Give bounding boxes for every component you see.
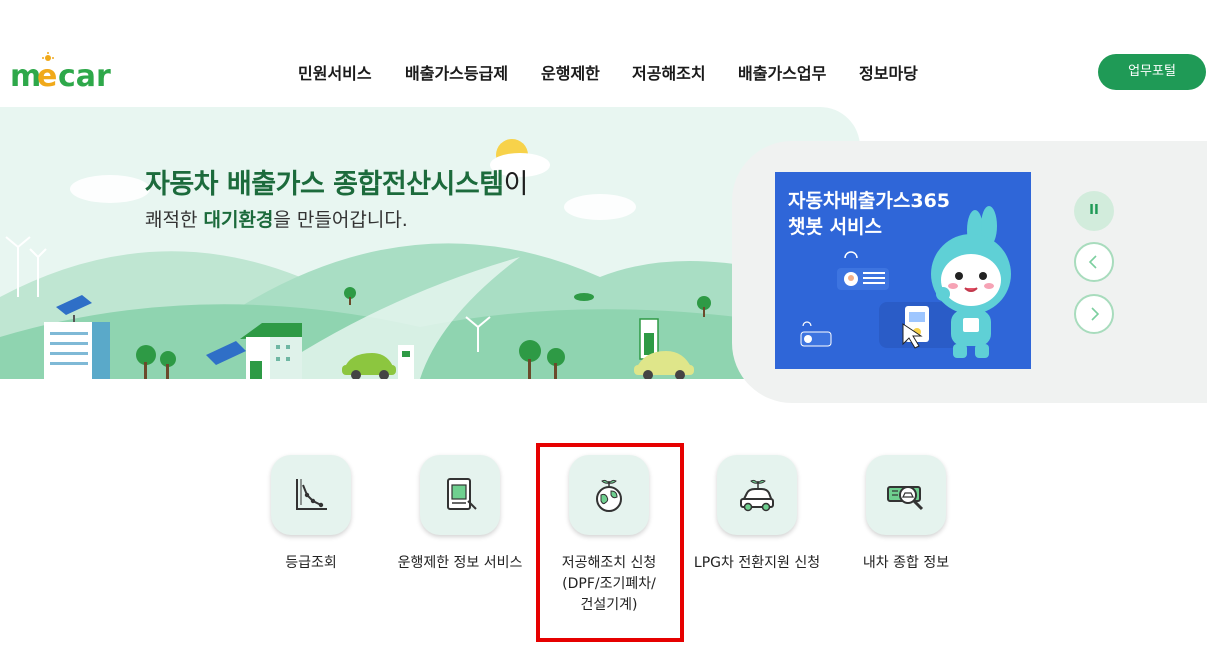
quick-menu-label: 등급조회 (285, 555, 337, 571)
quick-menu-lpg-conversion[interactable]: LPG차 전환지원 신청 (682, 455, 832, 574)
chevron-right-icon (1091, 307, 1100, 321)
chatbot-slide[interactable]: 자동차배출가스365 챗봇 서비스 (775, 172, 1031, 369)
eco-car-icon (740, 479, 774, 512)
work-portal-button[interactable]: 업무포털 (1098, 54, 1206, 90)
quick-menu-operation-limit-info[interactable]: 운행제한 정보 서비스 (385, 455, 535, 574)
nav-civil-service[interactable]: 민원서비스 (298, 58, 372, 90)
slider-pause-button[interactable]: II (1074, 191, 1114, 231)
document-icon (447, 478, 477, 510)
chart-icon (296, 479, 327, 510)
chevron-left-icon (1088, 255, 1097, 269)
search-car-icon (887, 486, 924, 511)
chatbot-mascot-illustration (800, 206, 1011, 358)
nav-emission-work[interactable]: 배출가스업무 (738, 58, 826, 90)
quick-menu-grade-lookup[interactable]: 등급조회 (236, 455, 386, 574)
quick-menu-icon-box (717, 455, 797, 535)
hero-subtitle: 쾌적한 대기환경을 만들어갑니다. (145, 209, 408, 231)
quick-menu-my-car-info[interactable]: 내차 종합 정보 (831, 455, 981, 574)
eco-globe-icon (596, 479, 622, 512)
nav-low-emission[interactable]: 저공해조치 (632, 58, 706, 90)
quick-menu-label: 내차 종합 정보 (862, 555, 950, 571)
quick-menu-label: 저공해조치 신청 (DPF/조기폐차/ 건설기계) (561, 555, 657, 613)
hero-title: 자동차 배출가스 종합전산시스템이 (145, 169, 528, 200)
quick-menu-icon-box (271, 455, 351, 535)
quick-menu-low-emission-apply[interactable]: 저공해조치 신청 (DPF/조기폐차/ 건설기계) (534, 455, 684, 616)
slider-next-button[interactable] (1074, 294, 1114, 334)
quick-menu-icon-box (569, 455, 649, 535)
hero-illustration (0, 139, 860, 379)
quick-menu-label: LPG차 전환지원 신청 (693, 555, 821, 571)
hero-banner (0, 107, 860, 379)
nav-emission-grade[interactable]: 배출가스등급제 (405, 58, 508, 90)
slider-prev-button[interactable] (1074, 242, 1114, 282)
quick-menu-icon-box (866, 455, 946, 535)
nav-operation-limit[interactable]: 운행제한 (541, 58, 600, 90)
quick-menu-label: 운행제한 정보 서비스 (397, 555, 523, 571)
nav-info[interactable]: 정보마당 (859, 58, 918, 90)
main-nav: 민원서비스 배출가스등급제 운행제한 저공해조치 배출가스업무 정보마당 (0, 58, 1207, 90)
quick-menu-icon-box (420, 455, 500, 535)
